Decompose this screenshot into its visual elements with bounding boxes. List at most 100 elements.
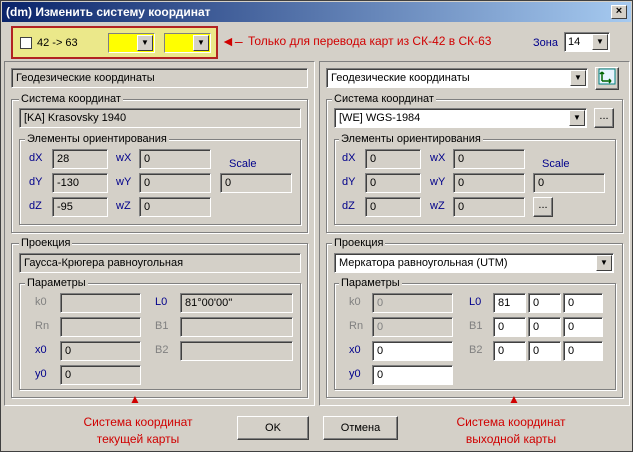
source-projection-value: Гаусса-Крюгера равноугольная: [19, 253, 301, 273]
target-caption-line2: выходной карты: [465, 432, 557, 446]
target-coord-type-value: Геодезические координаты: [331, 72, 470, 84]
l0-label: L0: [155, 296, 168, 308]
k0-label: k0: [349, 296, 361, 308]
chevron-down-icon[interactable]: ▼: [592, 34, 608, 50]
window-title: (dm) Изменить систему координат: [6, 5, 211, 19]
target-orientation-title: Элементы ориентирования: [339, 133, 483, 146]
target-projection-value: Меркатора равноугольная (UTM): [339, 257, 508, 269]
x0-label: x0: [349, 344, 361, 356]
target-dy: 0: [365, 173, 421, 193]
cancel-button[interactable]: Отмена: [323, 416, 398, 440]
conversion-highlight: 42 -> 63 ▼ ▼: [11, 26, 218, 59]
dx-label: dX: [342, 152, 356, 164]
source-b1: [180, 317, 293, 337]
target-system-value: [WE] WGS-1984: [339, 112, 421, 124]
l0-label: L0: [469, 296, 482, 308]
b2-label: B2: [469, 344, 483, 356]
source-dx: 28: [52, 149, 108, 169]
dz-label: dZ: [342, 200, 355, 212]
orientation-options-button[interactable]: ...: [533, 197, 553, 217]
source-params-title: Параметры: [25, 277, 88, 290]
source-dy: -130: [52, 173, 108, 193]
source-caption-line1: Система координат: [83, 415, 193, 429]
close-button[interactable]: ×: [611, 5, 627, 19]
source-y0: 0: [60, 365, 141, 385]
wy-label: wY: [430, 176, 446, 188]
source-projection-title: Проекция: [19, 237, 73, 250]
b1-label: B1: [469, 320, 483, 332]
target-x0-input[interactable]: 0: [372, 341, 453, 361]
source-wx: 0: [139, 149, 211, 169]
target-system-select[interactable]: [WE] WGS-1984 ▼: [334, 108, 587, 128]
wz-label: wZ: [116, 200, 131, 212]
target-b2-sec-input[interactable]: 0: [563, 341, 603, 361]
zone-value: 14: [568, 36, 581, 48]
from-select[interactable]: ▼: [108, 33, 155, 53]
wx-label: wX: [430, 152, 446, 164]
swap-coordinates-button[interactable]: [595, 67, 619, 90]
target-l0-sec-input[interactable]: 0: [563, 293, 603, 313]
source-caption: Система координат текущей карты: [63, 414, 213, 448]
target-wy: 0: [453, 173, 525, 193]
b1-label: B1: [155, 320, 169, 332]
convert-checkbox-label: 42 -> 63: [37, 37, 78, 49]
arrow-left-icon: ◄–: [221, 33, 243, 49]
chevron-down-icon[interactable]: ▼: [137, 35, 153, 51]
b2-label: B2: [155, 344, 169, 356]
target-projection-title: Проекция: [332, 237, 386, 250]
target-caption: Система координат выходной карты: [436, 414, 586, 448]
source-orientation-title: Элементы ориентирования: [25, 133, 169, 146]
target-b2-min-input[interactable]: 0: [528, 341, 561, 361]
chevron-down-icon[interactable]: ▼: [570, 70, 586, 86]
convert-42-63-checkbox[interactable]: [20, 37, 32, 49]
arrow-up-icon: ▲: [129, 392, 141, 406]
source-caption-line2: текущей карты: [96, 432, 180, 446]
source-b2: [180, 341, 293, 361]
dy-label: dY: [29, 176, 43, 188]
x0-label: x0: [35, 344, 47, 356]
source-wy: 0: [139, 173, 211, 193]
source-rn: [60, 317, 141, 337]
chevron-down-icon[interactable]: ▼: [193, 35, 209, 51]
target-b2-deg-input[interactable]: 0: [493, 341, 526, 361]
source-wz: 0: [139, 197, 211, 217]
k0-label: k0: [35, 296, 47, 308]
rn-label: Rn: [35, 320, 50, 332]
source-dz: -95: [52, 197, 108, 217]
source-x0: 0: [60, 341, 141, 361]
zone-select[interactable]: 14 ▼: [564, 32, 610, 52]
target-coord-type-select[interactable]: Геодезические координаты ▼: [326, 68, 588, 88]
y0-label: y0: [349, 368, 361, 380]
source-coord-type: Геодезические координаты: [11, 68, 308, 88]
target-y0-input[interactable]: 0: [372, 365, 453, 385]
target-projection-select[interactable]: Меркатора равноугольная (UTM) ▼: [334, 253, 614, 273]
target-b1-min-input[interactable]: 0: [528, 317, 561, 337]
wz-label: wZ: [430, 200, 445, 212]
source-system-value: [KA] Krasovsky 1940: [19, 108, 301, 128]
target-l0-deg-input[interactable]: 81: [493, 293, 526, 313]
wy-label: wY: [116, 176, 132, 188]
target-caption-line1: Система координат: [456, 415, 566, 429]
target-b1-sec-input[interactable]: 0: [563, 317, 603, 337]
target-dx: 0: [365, 149, 421, 169]
target-k0: 0: [372, 293, 453, 313]
source-l0: 81°00'00'': [180, 293, 293, 313]
scale-label: Scale: [229, 158, 257, 170]
chevron-down-icon[interactable]: ▼: [596, 255, 612, 271]
target-b1-deg-input[interactable]: 0: [493, 317, 526, 337]
source-k0: [60, 293, 141, 313]
ok-button[interactable]: OK: [237, 416, 309, 440]
target-rn: 0: [372, 317, 453, 337]
to-select[interactable]: ▼: [164, 33, 211, 53]
system-options-button[interactable]: ...: [594, 108, 614, 128]
swap-axes-icon: [598, 68, 616, 85]
wx-label: wX: [116, 152, 132, 164]
dy-label: dY: [342, 176, 356, 188]
scale-label: Scale: [542, 158, 570, 170]
rn-label: Rn: [349, 320, 364, 332]
y0-label: y0: [35, 368, 47, 380]
target-l0-min-input[interactable]: 0: [528, 293, 561, 313]
target-params-title: Параметры: [339, 277, 402, 290]
dx-label: dX: [29, 152, 43, 164]
chevron-down-icon[interactable]: ▼: [569, 110, 585, 126]
